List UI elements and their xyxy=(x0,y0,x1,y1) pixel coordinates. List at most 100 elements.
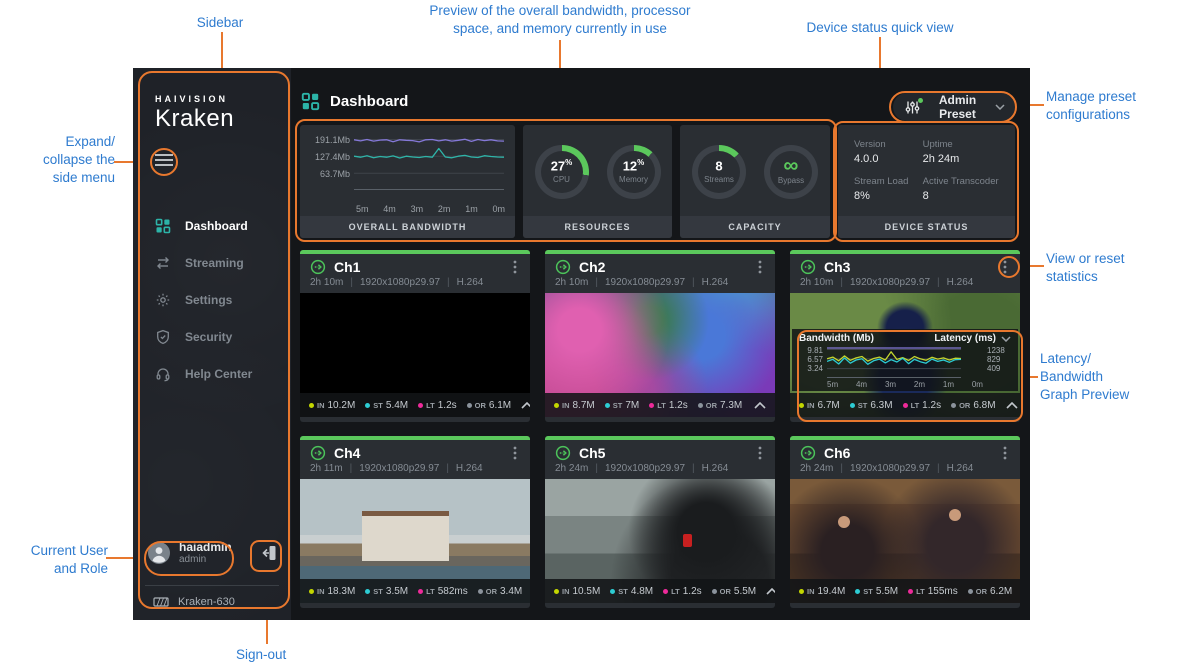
channel-card-ch3[interactable]: Ch3 2h 10m|1920x1080p29.97|H.264 Bandwid… xyxy=(790,250,1020,422)
chevron-up-icon[interactable] xyxy=(754,402,766,409)
kebab-menu-icon[interactable] xyxy=(755,445,765,461)
channel-name: Ch2 xyxy=(579,259,605,275)
sidebar-item-dashboard[interactable]: Dashboard xyxy=(133,207,291,244)
kebab-menu-icon[interactable] xyxy=(1000,445,1010,461)
preset-button-label: Admin Preset xyxy=(927,93,988,121)
stat-or: OR6.2M xyxy=(968,586,1012,597)
video-thumbnail[interactable]: IN8.7MST7MLT1.2sOR7.3M xyxy=(545,293,775,417)
sidebar-item-security[interactable]: Security xyxy=(133,318,291,355)
overlay-x-axis: 5m4m3m2m1m0m xyxy=(827,380,983,389)
channel-duration: 2h 10m xyxy=(310,277,343,288)
channel-codec: H.264 xyxy=(702,463,729,474)
device-field-active-transcoder: Active Transcoder8 xyxy=(923,176,1005,202)
stat-in: IN6.7M xyxy=(799,400,840,411)
divider xyxy=(145,585,279,586)
stat-dot-in-icon xyxy=(554,403,559,408)
gear-icon xyxy=(155,292,171,308)
sidebar-item-settings[interactable]: Settings xyxy=(133,281,291,318)
channel-stats-bar: IN8.7MST7MLT1.2sOR7.3M xyxy=(545,393,775,417)
video-thumbnail[interactable]: IN19.4MST5.5MLT155msOR6.2M xyxy=(790,479,1020,603)
app-window: HAIVISION Kraken Dashboard StreamingSetti… xyxy=(133,68,1030,620)
video-thumbnail[interactable]: IN18.3MST3.5MLT582msOR3.4M xyxy=(300,479,530,603)
channel-duration: 2h 10m xyxy=(800,277,833,288)
avatar xyxy=(147,541,171,565)
channel-card-ch5[interactable]: Ch5 2h 24m|1920x1080p29.97|H.264 xyxy=(545,436,775,608)
overlay-chart xyxy=(827,346,983,378)
annotation-current-user: Current User and Role xyxy=(6,542,108,578)
gauge-label: CPU xyxy=(553,175,570,184)
current-user[interactable]: haiadmin admin xyxy=(147,540,232,566)
video-thumbnail[interactable]: IN10.5MST4.8MLT1.2sOR5.5M xyxy=(545,479,775,603)
stat-dot-st-icon xyxy=(610,589,615,594)
annotation-sidebar: Sidebar xyxy=(160,14,280,32)
brand-kraken: Kraken xyxy=(155,105,234,133)
stat-dot-in-icon xyxy=(799,403,804,408)
stat-dot-lt-icon xyxy=(903,403,908,408)
stat-dot-st-icon xyxy=(365,589,370,594)
channel-card-ch4[interactable]: Ch4 2h 11m|1920x1080p29.97|H.264 xyxy=(300,436,530,608)
menu-toggle-button[interactable] xyxy=(154,153,174,167)
channel-duration: 2h 24m xyxy=(800,463,833,474)
channel-name: Ch3 xyxy=(824,259,850,275)
channel-name: Ch1 xyxy=(334,259,360,275)
channel-card-ch1[interactable]: Ch1 2h 10m|1920x1080p29.97|H.264 xyxy=(300,250,530,422)
channel-card-ch2[interactable]: Ch2 2h 10m|1920x1080p29.97|H.264 xyxy=(545,250,775,422)
sidebar-item-help-center[interactable]: Help Center xyxy=(133,355,291,392)
device-field-uptime: Uptime2h 24m xyxy=(923,139,1005,165)
bandwidth-y-axis: 191.1Mb127.4Mb63.7Mb xyxy=(304,135,350,179)
device-status-panel: Version4.0.0Uptime2h 24mStream Load8%Act… xyxy=(838,125,1015,238)
page-title: Dashboard xyxy=(330,93,408,110)
channel-resolution: 1920x1080p29.97 xyxy=(359,463,439,474)
kebab-menu-icon[interactable] xyxy=(510,259,520,275)
panel-footer: RESOURCES xyxy=(523,216,672,238)
chevron-up-icon[interactable] xyxy=(521,402,530,409)
sidebar-item-label: Help Center xyxy=(185,367,252,381)
brand-haivision: HAIVISION xyxy=(155,94,234,104)
preset-sliders-icon xyxy=(905,100,920,115)
channel-resolution: 1920x1080p29.97 xyxy=(360,277,440,288)
video-thumbnail[interactable]: IN10.2MST5.4MLT1.2sOR6.1M xyxy=(300,293,530,417)
stat-or: OR5.5M xyxy=(712,586,756,597)
overlay-bandwidth-title: Bandwidth (Mb) xyxy=(799,333,874,344)
chevron-up-icon[interactable] xyxy=(766,588,775,595)
gauge-label: Memory xyxy=(619,175,648,184)
kebab-menu-icon[interactable] xyxy=(510,445,520,461)
chevron-down-icon xyxy=(995,104,1005,110)
sign-out-button[interactable] xyxy=(259,543,279,563)
stat-dot-in-icon xyxy=(309,589,314,594)
overall-bandwidth-panel: 191.1Mb127.4Mb63.7Mb 5m4m3m2m1m0m OVERAL… xyxy=(300,125,515,238)
channel-card-ch6[interactable]: Ch6 2h 24m|1920x1080p29.97|H.264 xyxy=(790,436,1020,608)
stat-or: OR3.4M xyxy=(478,586,522,597)
gauge-memory: 12% Memory xyxy=(607,145,661,199)
sidebar-item-streaming[interactable]: Streaming xyxy=(133,244,291,281)
channel-stats-bar: IN10.2MST5.4MLT1.2sOR6.1M xyxy=(300,393,530,417)
stat-lt: LT582ms xyxy=(418,586,468,597)
device-icon xyxy=(153,597,169,607)
dashboard-icon xyxy=(301,92,320,111)
stat-dot-or-icon xyxy=(951,403,956,408)
connector-line xyxy=(221,32,223,71)
video-thumbnail[interactable]: Bandwidth (Mb) Latency (ms) 9.816.573.24… xyxy=(790,293,1020,417)
device-field-stream-load: Stream Load8% xyxy=(854,176,923,202)
channel-name: Ch4 xyxy=(334,445,360,461)
channel-resolution: 1920x1080p29.97 xyxy=(850,463,930,474)
stat-or: OR7.3M xyxy=(698,400,742,411)
annotation-device-status: Device status quick view xyxy=(790,19,970,37)
preset-button[interactable]: Admin Preset xyxy=(893,93,1015,121)
stat-dot-st-icon xyxy=(365,403,370,408)
streaming-status-icon xyxy=(310,259,326,275)
capacity-gauges: 8 Streams ∞ Bypass xyxy=(680,125,830,216)
stat-dot-st-icon xyxy=(605,403,610,408)
chevron-up-icon[interactable] xyxy=(1006,402,1018,409)
capacity-panel: 8 Streams ∞ Bypass CAPACITY xyxy=(680,125,830,238)
bandwidth-x-axis: 5m4m3m2m1m0m xyxy=(354,202,507,216)
panel-footer: DEVICE STATUS xyxy=(838,216,1015,238)
kebab-menu-icon[interactable] xyxy=(1000,259,1010,275)
kebab-menu-icon[interactable] xyxy=(755,259,765,275)
stat-dot-lt-icon xyxy=(908,589,913,594)
chevron-down-icon[interactable] xyxy=(1001,336,1011,342)
streaming-status-icon xyxy=(800,259,816,275)
sidebar: HAIVISION Kraken Dashboard StreamingSetti… xyxy=(133,68,291,620)
sidebar-item-label: Dashboard xyxy=(185,219,248,233)
stat-st: ST7M xyxy=(605,400,640,411)
